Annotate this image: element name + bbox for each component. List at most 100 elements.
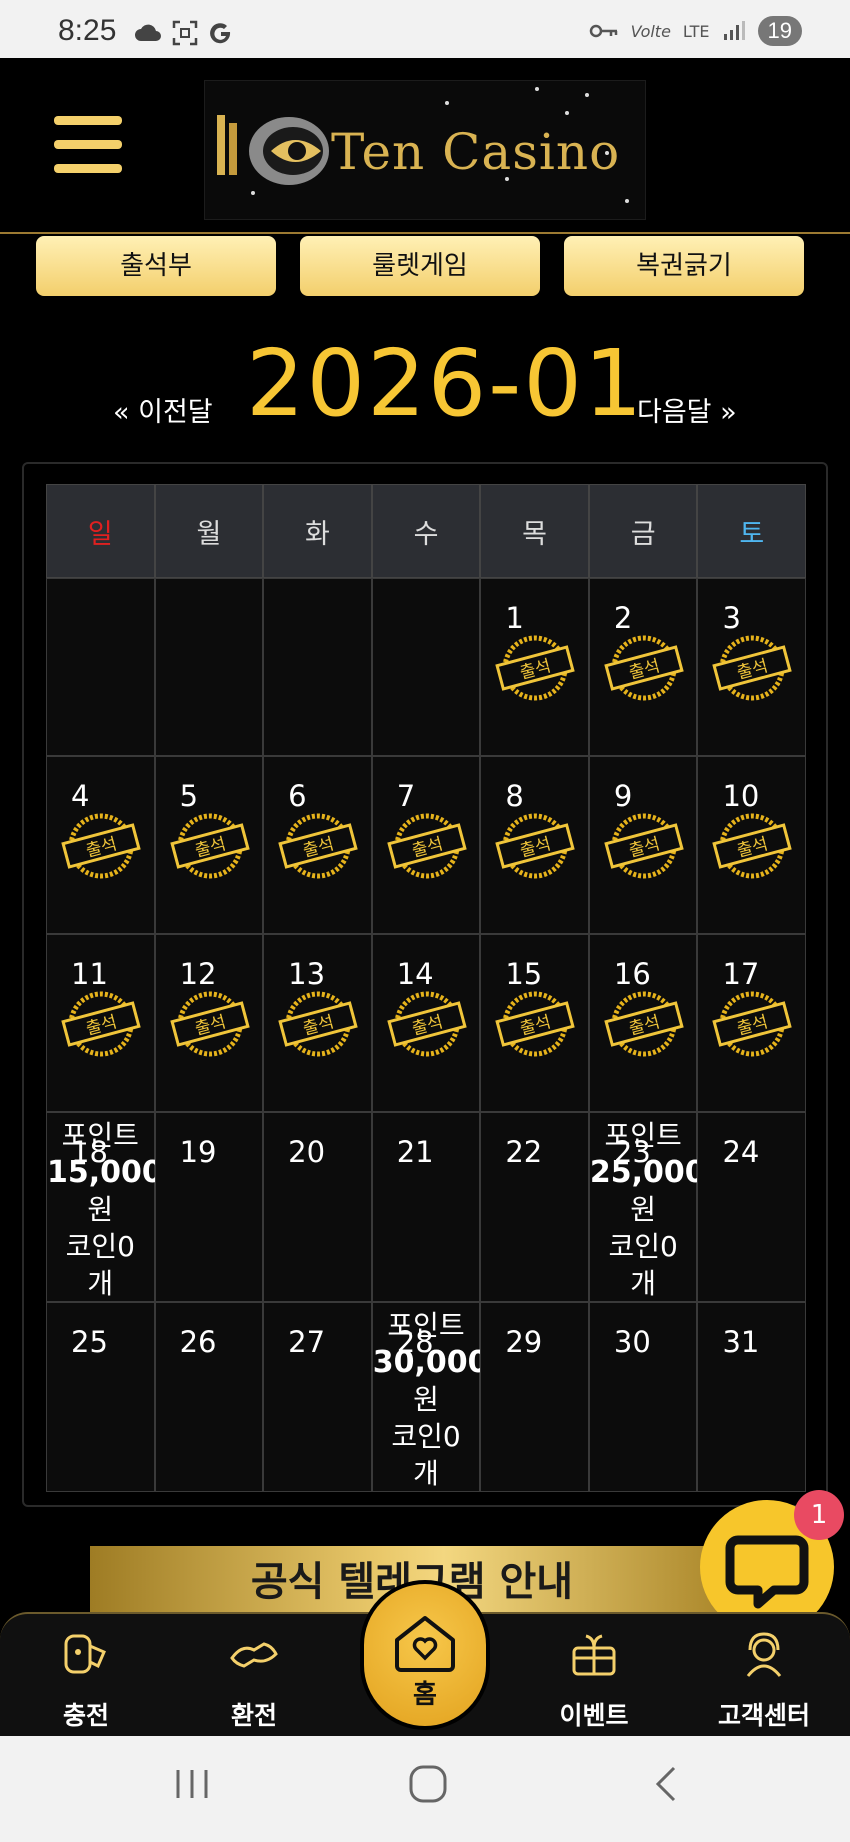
hamburger-menu-icon[interactable] xyxy=(54,116,122,174)
nav-charge-label: 충전 xyxy=(62,1701,109,1730)
day-number: 7 xyxy=(396,779,416,813)
calendar-day-10[interactable]: 10 출석 xyxy=(697,756,807,934)
day-number: 16 xyxy=(613,957,651,991)
day-number: 11 xyxy=(71,957,108,991)
month-navigation: « 이전달 2026-01 다음달 » xyxy=(0,330,850,440)
nav-exchange-label: 환전 xyxy=(230,1701,277,1730)
calendar-day-7[interactable]: 7 출석 xyxy=(371,756,481,934)
nav-charge[interactable]: 충전 xyxy=(16,1624,156,1734)
roulette-button[interactable]: 룰렛게임 xyxy=(300,236,540,296)
attendance-stamp-icon: 출석 xyxy=(61,813,141,879)
reward-info: 포인트 30,000 원 코인0 개 xyxy=(372,1307,489,1492)
weekday-fri: 금 xyxy=(588,484,698,578)
charge-icon xyxy=(64,1634,106,1674)
day-number: 31 xyxy=(722,1325,760,1359)
attendance-stamp-icon: 출석 xyxy=(387,991,467,1057)
attendance-stamp: 출석 xyxy=(278,991,358,1057)
attendance-stamp-icon: 출석 xyxy=(495,991,576,1057)
calendar-day-1[interactable]: 1 출석 xyxy=(480,578,589,756)
calendar-day-30[interactable]: 30 xyxy=(588,1302,698,1492)
android-nav-bar xyxy=(0,1736,850,1842)
nav-event-label: 이벤트 xyxy=(559,1701,629,1730)
reward-coin-unit: 개 xyxy=(87,1267,114,1300)
attendance-stamp: 출석 xyxy=(169,991,250,1057)
calendar-day-8[interactable]: 8 출석 xyxy=(480,756,589,934)
logo[interactable]: Ten Casino xyxy=(204,80,646,220)
calendar-day-20[interactable]: 20 xyxy=(263,1112,372,1302)
day-number: 2 xyxy=(613,601,633,635)
reward-type: 포인트 xyxy=(604,1119,682,1152)
calendar-day-25[interactable]: 25 xyxy=(46,1302,155,1492)
back-icon[interactable] xyxy=(646,1762,690,1806)
volte-label: Volte xyxy=(630,21,671,41)
day-number: 29 xyxy=(505,1325,543,1359)
reward-amount: 15,000 xyxy=(47,1155,163,1190)
calendar-day-19[interactable]: 19 xyxy=(154,1112,264,1302)
lottery-button[interactable]: 복권긁기 xyxy=(564,236,804,296)
home-system-icon[interactable] xyxy=(406,1762,450,1806)
calendar-day-22[interactable]: 22 xyxy=(480,1112,589,1302)
attendance-button[interactable]: 출석부 xyxy=(36,236,276,296)
attendance-stamp-icon: 출석 xyxy=(278,991,358,1057)
nav-exchange[interactable]: 환전 xyxy=(184,1624,324,1734)
calendar-day-6[interactable]: 6 출석 xyxy=(263,756,372,934)
day-number: 26 xyxy=(179,1325,217,1359)
calendar-day-9[interactable]: 9 출석 xyxy=(588,756,698,934)
reward-info: 포인트 15,000 원 코인0 개 xyxy=(47,1117,163,1302)
day-number: 10 xyxy=(722,779,760,813)
attendance-stamp: 출석 xyxy=(495,635,576,701)
calendar-day-4[interactable]: 4 출석 xyxy=(46,756,155,934)
attendance-stamp-icon: 출석 xyxy=(169,991,250,1057)
attendance-calendar: 일 월 화 수 목 금 토 1 출석 2 출석 3 출석 4 출석 5 출석 6 출석 7 출석 8 출석 9 출… xyxy=(22,462,828,1507)
calendar-day-31[interactable]: 31 xyxy=(697,1302,807,1492)
calendar-day-15[interactable]: 15 출석 xyxy=(480,934,589,1112)
nav-event[interactable]: 이벤트 xyxy=(524,1624,664,1734)
reward-info: 포인트 25,000 원 코인0 개 xyxy=(590,1117,706,1302)
calendar-day-12[interactable]: 12 출석 xyxy=(154,934,264,1112)
next-month-link[interactable]: 다음달 » xyxy=(637,390,737,429)
calendar-day-13[interactable]: 13 출석 xyxy=(263,934,372,1112)
prev-month-link[interactable]: « 이전달 xyxy=(113,390,213,429)
reward-coin: 코인0 xyxy=(65,1230,135,1263)
calendar-day-5[interactable]: 5 출석 xyxy=(154,756,264,934)
calendar-day-11[interactable]: 11 출석 xyxy=(46,934,155,1112)
nav-home[interactable]: 홈 xyxy=(360,1580,490,1730)
status-left-icons xyxy=(134,20,234,46)
calendar-day-24[interactable]: 24 xyxy=(697,1112,807,1302)
calendar-day-16[interactable]: 16 출석 xyxy=(588,934,698,1112)
day-number: 1 xyxy=(505,601,524,635)
weekday-thu: 목 xyxy=(480,484,589,578)
calendar-day-26[interactable]: 26 xyxy=(154,1302,264,1492)
reward-amount: 30,000 xyxy=(372,1345,489,1380)
calendar-day-3[interactable]: 3 출석 xyxy=(697,578,807,756)
screenshot-icon xyxy=(172,20,198,46)
reward-unit: 원 xyxy=(630,1193,657,1226)
calendar-day-21[interactable]: 21 xyxy=(371,1112,481,1302)
attendance-stamp-icon: 출석 xyxy=(278,813,358,879)
calendar-empty-cell xyxy=(263,578,372,756)
calendar-day-28[interactable]: 28 포인트 30,000 원 코인0 개 xyxy=(371,1302,489,1492)
attendance-stamp-icon: 출석 xyxy=(712,991,793,1057)
recent-apps-icon[interactable] xyxy=(170,1762,214,1806)
calendar-grid: 일 월 화 수 목 금 토 1 출석 2 출석 3 출석 4 출석 5 출석 6 출석 7 출석 8 출석 9 출… xyxy=(46,484,807,1492)
calendar-day-17[interactable]: 17 출석 xyxy=(697,934,807,1112)
weekday-sat: 토 xyxy=(697,484,807,578)
logo-text: Ten Casino xyxy=(331,123,621,181)
calendar-day-18[interactable]: 18 포인트 15,000 원 코인0 개 xyxy=(46,1112,163,1302)
calendar-day-14[interactable]: 14 출석 xyxy=(371,934,481,1112)
status-time: 8:25 xyxy=(58,14,117,47)
nav-support[interactable]: 고객센터 xyxy=(694,1624,834,1734)
attendance-stamp-icon: 출석 xyxy=(604,635,684,701)
day-number: 22 xyxy=(505,1135,543,1169)
day-number: 25 xyxy=(71,1325,108,1359)
calendar-day-27[interactable]: 27 xyxy=(263,1302,372,1492)
weekday-wed: 수 xyxy=(371,484,481,578)
calendar-day-29[interactable]: 29 xyxy=(480,1302,589,1492)
attendance-stamp: 출석 xyxy=(387,991,467,1057)
calendar-day-23[interactable]: 23 포인트 25,000 원 코인0 개 xyxy=(588,1112,706,1302)
attendance-stamp: 출석 xyxy=(604,635,684,701)
calendar-day-2[interactable]: 2 출석 xyxy=(588,578,698,756)
chat-notification-badge: 1 xyxy=(794,1490,844,1540)
attendance-stamp: 출석 xyxy=(495,813,576,879)
calendar-week: 11 출석 12 출석 13 출석 14 출석 15 출석 16 출석 17 출석 xyxy=(46,934,807,1112)
